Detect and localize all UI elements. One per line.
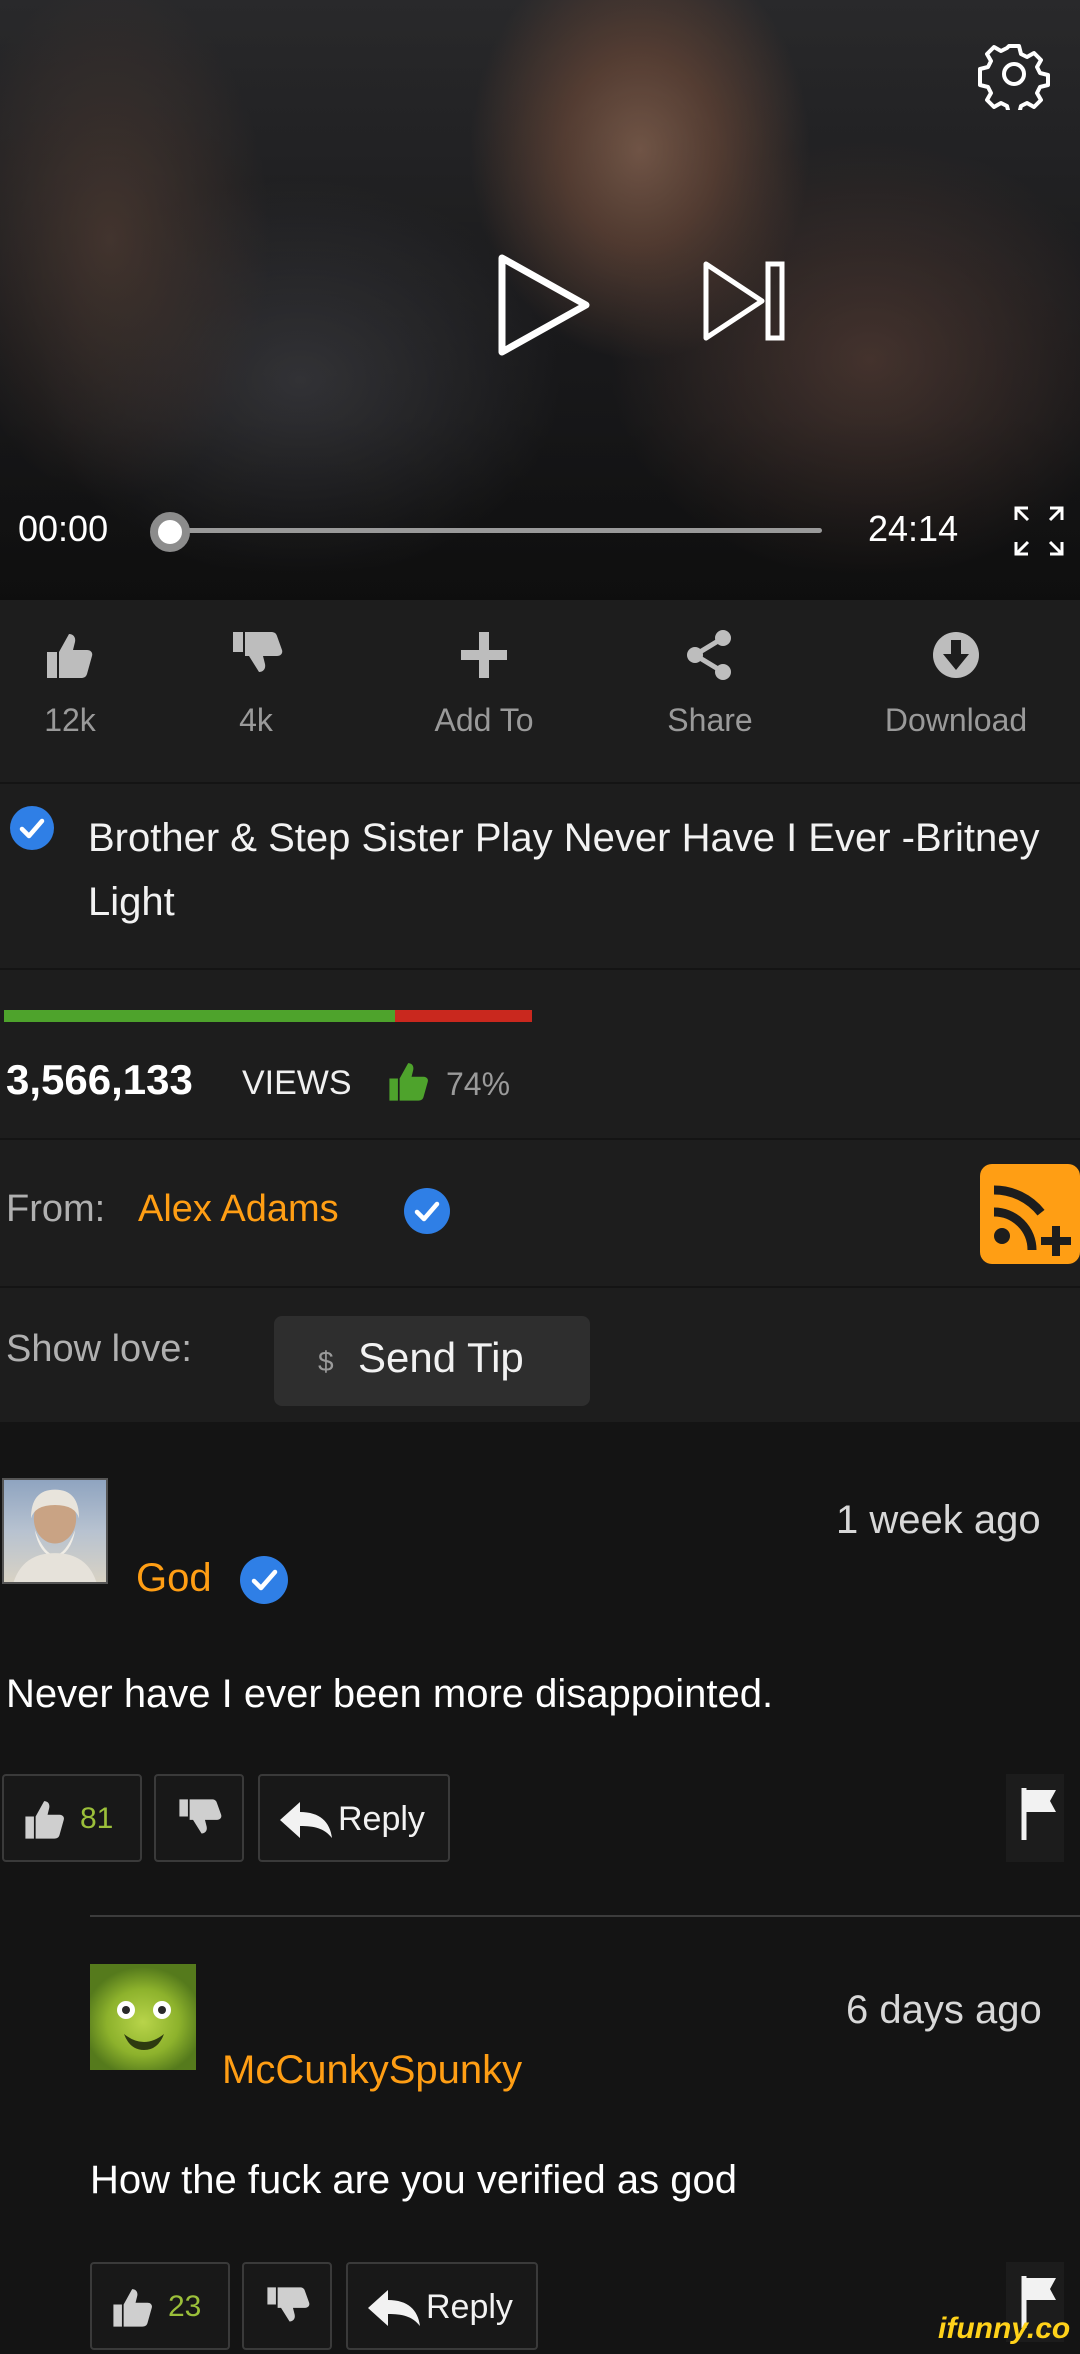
comment-like-count: 81 [80,1802,114,1835]
thumbs-up-icon [25,1801,64,1839]
flag-icon [1021,1788,1056,1840]
comment-time: 6 days ago [846,1988,1042,2032]
seek-bar[interactable] [172,528,822,533]
like-count: 12k [44,702,96,738]
download-label: Download [884,702,1028,738]
report-button[interactable] [1006,1774,1064,1862]
uploader-section: From: Alex Adams [0,1140,1080,1286]
comment-dislike-button[interactable] [242,2262,332,2350]
verified-icon [10,806,54,850]
comment-reply-button[interactable]: Reply [258,1774,450,1862]
comment-like-count: 23 [168,2290,202,2323]
plus-icon [461,632,507,678]
view-count: 3,566,133 [6,1056,193,1103]
video-player[interactable]: 00:00 24:14 [0,0,1080,600]
gear-icon[interactable] [978,38,1050,110]
download-button[interactable]: Download [876,628,1036,739]
dislike-count: 4k [239,702,273,738]
views-label: VIEWS [242,1064,352,1102]
duration: 24:14 [868,508,959,549]
skip-next-icon[interactable] [700,256,790,346]
rating-percent: 74% [446,1066,511,1102]
play-icon[interactable] [488,250,598,360]
comment-divider [90,1915,1080,1917]
thumbs-up-icon [113,2289,152,2327]
thumbs-up-icon [389,1063,428,1101]
comment-like-button[interactable]: 23 [90,2262,230,2350]
share-button[interactable]: Share [630,628,790,739]
avatar[interactable] [90,1964,196,2070]
seek-handle[interactable] [150,512,190,552]
reply-label: Reply [338,1800,425,1838]
comment-like-button[interactable]: 81 [2,1774,142,1862]
comment-reply-button[interactable]: Reply [346,2262,538,2350]
like-button[interactable]: 12k [0,628,150,739]
reply-icon [368,2290,420,2326]
send-tip-button[interactable]: $ Send Tip [274,1316,590,1406]
rss-subscribe-icon [993,1185,1071,1256]
current-time: 00:00 [18,508,109,549]
dislike-button[interactable]: 4k [176,628,336,739]
comment-time: 1 week ago [836,1498,1041,1542]
thumbs-up-icon [47,634,93,678]
watermark: ifunny.co [938,2312,1071,2345]
add-to-button[interactable]: Add To [404,628,564,739]
video-stats: 3,566,133 VIEWS 74% [0,970,1080,1138]
add-to-label: Add To [434,702,534,738]
comment-text: How the fuck are you verified as god [90,2158,738,2202]
fullscreen-icon[interactable] [1012,504,1066,558]
comment-author[interactable]: McCunkySpunky [222,2048,522,2093]
rating-bar-positive [4,1010,395,1022]
share-icon [687,630,731,680]
rating-bar-negative [395,1010,532,1022]
download-icon [933,632,979,678]
dollar-icon: $ [318,1346,334,1377]
video-title-section: Brother & Step Sister Play Never Have I … [0,784,1080,968]
thumbs-down-icon [233,632,283,672]
comment-dislike-button[interactable] [154,1774,244,1862]
verified-icon [404,1188,450,1234]
reply-icon [280,1802,332,1838]
tip-section: Show love: $ Send Tip [0,1288,1080,1422]
send-tip-label: Send Tip [358,1334,524,1381]
subscribe-button[interactable] [980,1164,1080,1264]
uploader-name[interactable]: Alex Adams [138,1188,339,1231]
from-label: From: [6,1188,106,1230]
reply-label: Reply [426,2288,513,2326]
comment-author[interactable]: God [136,1556,212,1601]
comment-text: Never have I ever been more disappointed… [6,1672,774,1716]
action-bar: 12k 4k Add To Share Download [0,600,1080,782]
avatar[interactable] [2,1478,108,1584]
show-love-label: Show love: [6,1328,192,1370]
thumbs-down-icon [267,2287,310,2322]
share-label: Share [667,702,753,738]
video-title: Brother & Step Sister Play Never Have I … [88,816,1040,924]
verified-icon [240,1556,288,1604]
thumbs-down-icon [179,1799,222,1834]
